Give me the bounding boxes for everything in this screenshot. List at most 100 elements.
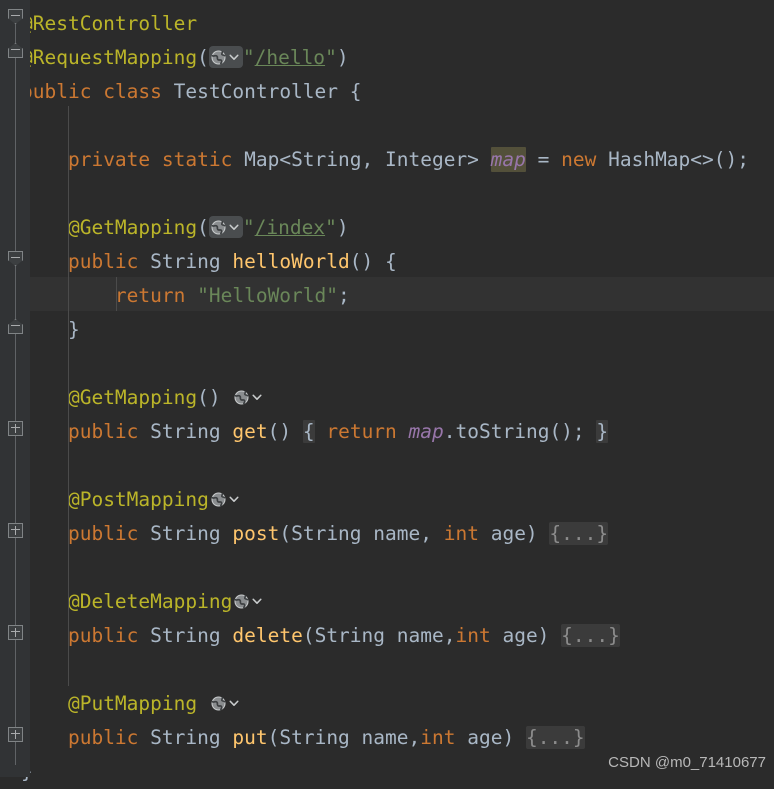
code-token: "	[242, 46, 255, 69]
gutter-rail	[15, 10, 16, 765]
highlighted-identifier: map	[490, 147, 526, 172]
code-line[interactable]: public class TestController {	[21, 75, 362, 109]
web-mapping-icon[interactable]	[232, 386, 266, 408]
code-token: private	[67, 148, 151, 171]
expand-fold-icon[interactable]	[8, 727, 23, 742]
code-line[interactable]: @RequestMapping( "/hello")	[21, 41, 349, 75]
code-line[interactable]: @PostMapping	[21, 483, 243, 517]
code-token: (	[197, 46, 209, 69]
collapse-fold-icon[interactable]	[8, 9, 23, 24]
web-mapping-icon[interactable]	[232, 590, 266, 612]
code-line[interactable]: public String post(String name, int age)…	[21, 517, 609, 551]
code-token: public	[67, 624, 139, 647]
code-line[interactable]: @DeleteMapping	[21, 585, 266, 619]
code-line[interactable]: @PutMapping	[21, 687, 243, 721]
code-token: int	[443, 522, 479, 545]
code-token: String	[150, 250, 221, 273]
code-line[interactable]: return "HelloWorld";	[21, 279, 350, 313]
chevron-down-icon	[229, 224, 239, 230]
code-token: return	[326, 420, 397, 443]
code-token: {	[338, 80, 362, 103]
region-top-fold-icon[interactable]	[8, 43, 23, 58]
globe-icon	[211, 49, 226, 65]
code-token: )	[336, 46, 349, 69]
code-token: age)	[478, 522, 550, 545]
code-token: public	[67, 522, 139, 545]
code-token: String	[150, 522, 221, 545]
globe-icon	[211, 219, 226, 235]
web-mapping-icon[interactable]	[208, 45, 243, 68]
globe-icon	[211, 491, 226, 507]
code-text-area[interactable]: @RestController @RequestMapping("/hello")…	[0, 0, 774, 783]
code-line[interactable]: public String helloWorld() {	[21, 245, 397, 279]
code-token: @RequestMapping	[21, 46, 198, 69]
collapsed-fold-placeholder[interactable]: {...}	[549, 522, 609, 545]
code-token: return	[114, 284, 186, 307]
region-top-fold-icon[interactable]	[8, 319, 23, 334]
globe-icon	[211, 695, 226, 711]
code-token: (	[279, 522, 292, 545]
code-token: HashMap<>();	[608, 148, 749, 171]
code-token: /hello	[254, 46, 326, 69]
code-line[interactable]: public String put(String name,int age) {…	[21, 721, 585, 755]
code-line[interactable]: private static Map<String, Integer> map …	[21, 143, 749, 177]
code-token: name,	[349, 726, 421, 749]
code-line[interactable]: @RestController	[21, 7, 197, 41]
code-line[interactable]: @GetMapping("/index")	[21, 211, 349, 245]
code-token: map	[408, 420, 444, 443]
collapsed-fold-placeholder[interactable]: {...}	[561, 624, 620, 647]
collapsed-fold-placeholder[interactable]: {...}	[525, 726, 585, 749]
code-line[interactable]: @GetMapping()	[21, 381, 266, 415]
code-token: String	[279, 726, 350, 749]
code-line[interactable]: public String get() { return map.toStrin…	[21, 415, 609, 449]
indent-guide	[68, 106, 69, 686]
web-mapping-icon[interactable]	[209, 692, 243, 714]
code-token: int	[455, 624, 491, 647]
globe-icon	[234, 389, 249, 405]
expand-fold-icon[interactable]	[8, 625, 23, 640]
expand-fold-icon[interactable]	[8, 421, 23, 436]
code-token: @GetMapping	[67, 216, 198, 239]
code-token: public	[67, 250, 139, 273]
chevron-down-icon	[252, 598, 262, 604]
code-token: "	[242, 216, 255, 239]
expand-fold-icon[interactable]	[8, 523, 23, 538]
matched-brace: {	[302, 420, 315, 443]
code-token: TestController	[173, 80, 339, 103]
code-token: String	[291, 522, 362, 545]
web-mapping-icon[interactable]	[208, 215, 243, 238]
code-token: ()	[267, 420, 292, 443]
code-token: get	[232, 420, 268, 443]
code-line[interactable]: public String delete(String name,int age…	[21, 619, 620, 653]
code-token: )	[336, 216, 349, 239]
code-editor[interactable]: @RestController @RequestMapping("/hello")…	[0, 0, 774, 783]
code-token: public	[67, 726, 139, 749]
code-token: name,	[385, 624, 456, 647]
matched-brace: }	[596, 420, 609, 443]
code-token: "	[325, 216, 337, 239]
chevron-down-icon	[229, 496, 239, 502]
indent-guide	[116, 277, 117, 311]
code-token: "	[325, 46, 337, 69]
web-mapping-icon[interactable]	[209, 488, 243, 510]
code-token: class	[103, 80, 162, 103]
code-token: new	[561, 148, 597, 171]
code-token: (	[302, 624, 315, 647]
collapse-fold-icon[interactable]	[8, 251, 23, 266]
code-token: post	[232, 522, 280, 545]
editor-gutter[interactable]	[0, 0, 30, 777]
code-token: helloWorld	[232, 250, 350, 273]
code-token: age)	[490, 624, 562, 647]
